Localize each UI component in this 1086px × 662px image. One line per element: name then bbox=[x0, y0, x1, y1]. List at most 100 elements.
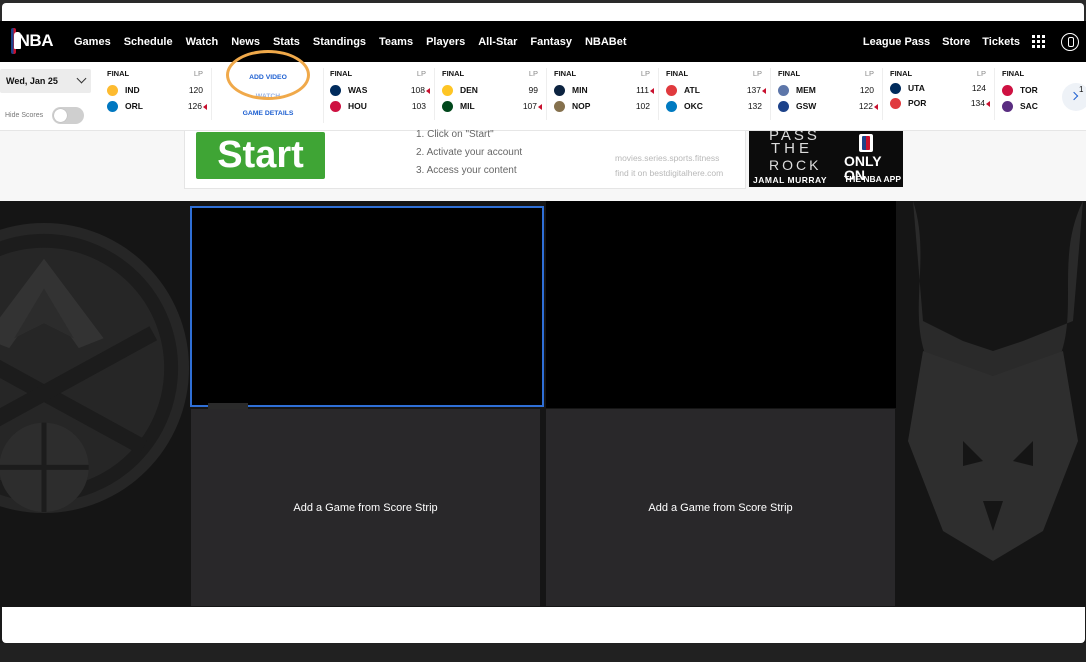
bottom-bar bbox=[0, 643, 1086, 662]
league-pass-tag: LP bbox=[864, 69, 874, 78]
nba-logo-icon bbox=[11, 28, 21, 54]
away-score: 120 bbox=[859, 85, 874, 95]
game-card[interactable]: FINAL LP IND 120 ORL 126 bbox=[107, 68, 212, 120]
ad-step: 3. Access your content bbox=[416, 165, 517, 176]
team-logo-icon bbox=[666, 84, 677, 96]
away-team: MIN bbox=[554, 84, 588, 96]
team-abbr: POR bbox=[908, 98, 927, 108]
nav-nbabet[interactable]: NBABet bbox=[585, 36, 627, 48]
away-team: WAS bbox=[330, 84, 367, 96]
date-value: Wed, Jan 25 bbox=[6, 76, 58, 86]
game-status: FINAL bbox=[554, 69, 577, 78]
game-details-link[interactable]: GAME DETAILS bbox=[213, 110, 323, 117]
team-logo-icon bbox=[330, 100, 341, 112]
game-card[interactable]: FINAL LP MIN 111 NOP 102 bbox=[554, 68, 659, 120]
team-abbr: TOR bbox=[1020, 85, 1038, 95]
score-strip: Wed, Jan 25 Hide Scores FINAL LP IND 120… bbox=[0, 62, 1086, 131]
team-abbr: UTA bbox=[908, 83, 925, 93]
team-logo-icon bbox=[1002, 100, 1013, 112]
empty-slot-text: Add a Game from Score Strip bbox=[648, 501, 793, 514]
hide-scores-toggle[interactable] bbox=[52, 107, 84, 124]
nav-fantasy[interactable]: Fantasy bbox=[530, 36, 572, 48]
nav-players[interactable]: Players bbox=[426, 36, 465, 48]
nav-teams[interactable]: Teams bbox=[379, 36, 413, 48]
ad-step: 2. Activate your account bbox=[416, 147, 523, 158]
nav-standings[interactable]: Standings bbox=[313, 36, 366, 48]
ad-banner-app: THE NBA APP bbox=[844, 174, 901, 184]
nav-schedule[interactable]: Schedule bbox=[124, 36, 173, 48]
team-logo-icon bbox=[890, 97, 901, 109]
browser-top-bar bbox=[2, 3, 1084, 21]
team-abbr: HOU bbox=[348, 101, 367, 111]
chevron-down-icon bbox=[76, 73, 87, 84]
team-logo-icon bbox=[778, 84, 789, 96]
away-score: 111 bbox=[636, 85, 654, 95]
nav-league-pass[interactable]: League Pass bbox=[863, 36, 930, 48]
league-pass-tag: LP bbox=[193, 69, 203, 78]
game-status: FINAL bbox=[666, 69, 689, 78]
nav-watch[interactable]: Watch bbox=[186, 36, 219, 48]
team-abbr: MIN bbox=[572, 85, 588, 95]
away-team: UTA bbox=[890, 82, 925, 94]
winner-arrow-icon bbox=[762, 87, 766, 94]
team-logo-icon bbox=[554, 100, 565, 112]
league-pass-tag: LP bbox=[640, 69, 650, 78]
ad-banner[interactable]: PASS THE ROCK JAMAL MURRAY ONLY ON THE N… bbox=[749, 131, 903, 187]
winner-arrow-icon bbox=[426, 87, 430, 94]
add-video-annotation-circle bbox=[226, 50, 310, 100]
nav-all-star[interactable]: All-Star bbox=[478, 36, 517, 48]
home-score: 126 bbox=[188, 101, 207, 111]
home-team: NOP bbox=[554, 100, 590, 112]
nba-logo[interactable]: NBA bbox=[11, 27, 54, 55]
home-team: MIL bbox=[442, 100, 475, 112]
ad-start-button[interactable]: Start bbox=[196, 132, 325, 179]
home-team: GSW bbox=[778, 100, 816, 112]
partial-score: 1 bbox=[1079, 85, 1084, 94]
home-score: 107 bbox=[523, 101, 542, 111]
date-select[interactable]: Wed, Jan 25 bbox=[0, 69, 91, 93]
team-logo-icon bbox=[666, 100, 677, 112]
empty-slot-text: Add a Game from Score Strip bbox=[293, 501, 438, 514]
team-logo-icon bbox=[330, 84, 341, 96]
footer-bar bbox=[2, 607, 1085, 643]
nav-news[interactable]: News bbox=[231, 36, 260, 48]
game-status: FINAL bbox=[442, 69, 465, 78]
team-abbr: ORL bbox=[125, 101, 143, 111]
game-card[interactable]: FINAL LP WAS 108 HOU 103 bbox=[330, 68, 435, 120]
nuggets-logo-icon bbox=[0, 223, 189, 513]
winner-arrow-icon bbox=[650, 87, 654, 94]
nba-logo-icon bbox=[859, 134, 873, 152]
empty-video-slot[interactable]: Add a Game from Score Strip bbox=[191, 409, 540, 606]
game-status: FINAL bbox=[890, 69, 913, 78]
team-abbr: NOP bbox=[572, 101, 591, 111]
home-team: OKC bbox=[666, 100, 703, 112]
empty-video-slot[interactable]: Add a Game from Score Strip bbox=[546, 409, 895, 606]
team-abbr: IND bbox=[125, 85, 140, 95]
game-status: FINAL bbox=[107, 69, 130, 78]
apps-grid-icon[interactable] bbox=[1032, 35, 1045, 48]
game-card[interactable]: FINAL TOR SAC bbox=[1002, 68, 1062, 120]
game-card[interactable]: FINAL LP MEM 120 GSW 122 bbox=[778, 68, 883, 120]
away-team: TOR bbox=[1002, 84, 1038, 96]
toggle-knob bbox=[54, 109, 67, 122]
winner-arrow-icon bbox=[986, 100, 990, 107]
league-pass-tag: LP bbox=[976, 69, 986, 78]
home-score: 132 bbox=[747, 101, 762, 111]
game-card[interactable]: FINAL LP DEN 99 MIL 107 bbox=[442, 68, 547, 120]
nav-links: Games Schedule Watch News Stats Standing… bbox=[74, 21, 627, 62]
game-card[interactable]: FINAL LP UTA 124 POR 134 bbox=[890, 68, 995, 120]
team-logo-icon bbox=[442, 84, 453, 96]
active-video-slot[interactable] bbox=[190, 206, 544, 407]
game-card[interactable]: FINAL LP ATL 137 OKC 132 bbox=[666, 68, 771, 120]
away-score: 137 bbox=[747, 85, 766, 95]
nav-store[interactable]: Store bbox=[942, 36, 970, 48]
nav-right: League Pass Store Tickets bbox=[863, 21, 1086, 62]
game-status: FINAL bbox=[778, 69, 801, 78]
home-score: 102 bbox=[635, 101, 650, 111]
nav-stats[interactable]: Stats bbox=[273, 36, 300, 48]
user-account-icon[interactable] bbox=[1061, 32, 1079, 51]
ad-area: Start 1. Click on "Start" 2. Activate yo… bbox=[0, 129, 1086, 201]
ad-box[interactable]: Start 1. Click on "Start" 2. Activate yo… bbox=[184, 129, 746, 189]
nav-games[interactable]: Games bbox=[74, 36, 111, 48]
nav-tickets[interactable]: Tickets bbox=[982, 36, 1020, 48]
